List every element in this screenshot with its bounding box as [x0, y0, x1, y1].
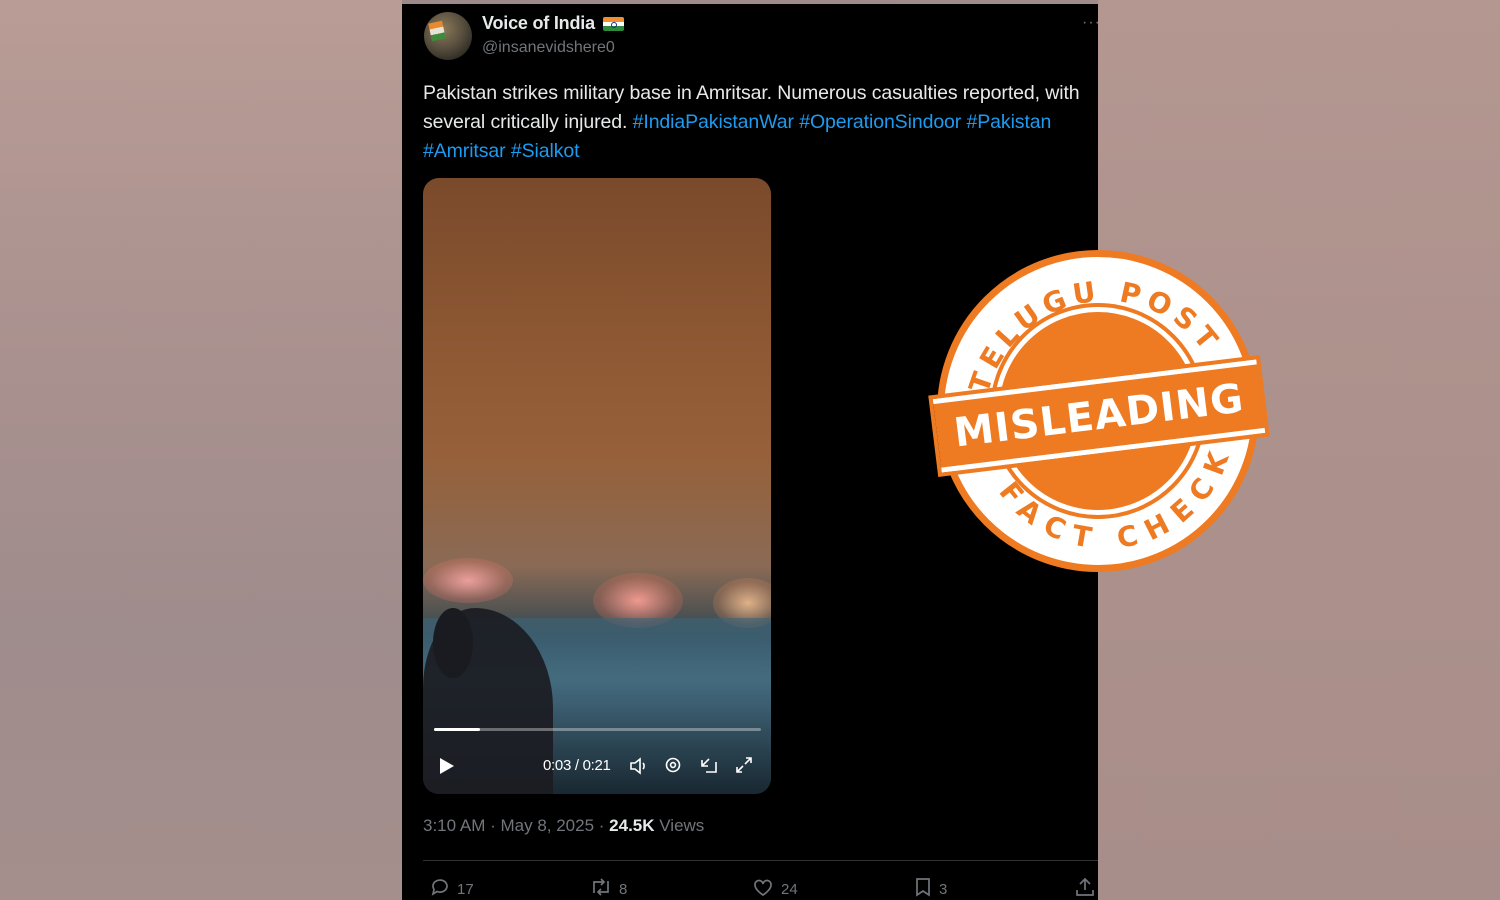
views-count: 24.5K — [609, 816, 655, 835]
retweet-button[interactable]: 8 — [589, 876, 627, 900]
fire-glow — [423, 558, 513, 603]
tweet-timestamp: 3:10 AM · May 8, 2025 · 24.5K Views — [423, 816, 704, 836]
reply-button[interactable]: 17 — [429, 876, 474, 900]
heart-icon — [751, 876, 775, 900]
india-flag-icon — [603, 17, 624, 31]
video-progress-fill — [434, 728, 480, 731]
reply-icon — [429, 876, 451, 900]
video-progress-bar[interactable] — [434, 728, 761, 731]
hashtag-link[interactable]: #OperationSindoor — [799, 111, 961, 133]
timestamp-text[interactable]: 3:10 AM · May 8, 2025 · — [423, 816, 609, 835]
bookmark-count: 3 — [939, 881, 948, 898]
fact-check-stamp: TELUGU POST FACT CHECK MISLEADING — [928, 250, 1270, 575]
settings-icon[interactable] — [664, 756, 682, 779]
person-silhouette-head — [433, 608, 473, 678]
video-time: 0:03 / 0:21 — [543, 757, 611, 774]
retweet-icon — [589, 876, 613, 900]
like-count: 24 — [781, 881, 798, 898]
more-options-icon[interactable]: ··· — [1082, 14, 1098, 32]
bookmark-icon — [913, 876, 933, 900]
user-handle[interactable]: @insanevidshere0 — [482, 39, 615, 57]
retweet-count: 8 — [619, 881, 628, 898]
play-icon[interactable] — [440, 758, 454, 774]
hashtag-link[interactable]: #Sialkot — [511, 140, 580, 162]
divider — [423, 860, 1098, 861]
like-button[interactable]: 24 — [751, 876, 798, 900]
collapse-icon[interactable] — [699, 756, 719, 780]
bookmark-button[interactable]: 3 — [913, 876, 947, 900]
background-left — [0, 0, 402, 900]
share-button[interactable] — [1074, 876, 1096, 900]
tweet-text: Pakistan strikes military base in Amrits… — [423, 79, 1083, 166]
display-name[interactable]: Voice of India — [482, 13, 595, 34]
share-icon — [1074, 876, 1096, 900]
hashtag-link[interactable]: #Pakistan — [967, 111, 1052, 133]
reply-count: 17 — [457, 881, 474, 898]
fullscreen-icon[interactable] — [735, 756, 753, 778]
avatar[interactable] — [424, 12, 472, 60]
hashtag-link[interactable]: #Amritsar — [423, 140, 506, 162]
views-label: Views — [654, 816, 705, 835]
hashtag-link[interactable]: #IndiaPakistanWar — [633, 111, 794, 133]
video-player[interactable]: 0:03 / 0:21 — [423, 178, 771, 794]
volume-icon[interactable] — [629, 756, 649, 780]
